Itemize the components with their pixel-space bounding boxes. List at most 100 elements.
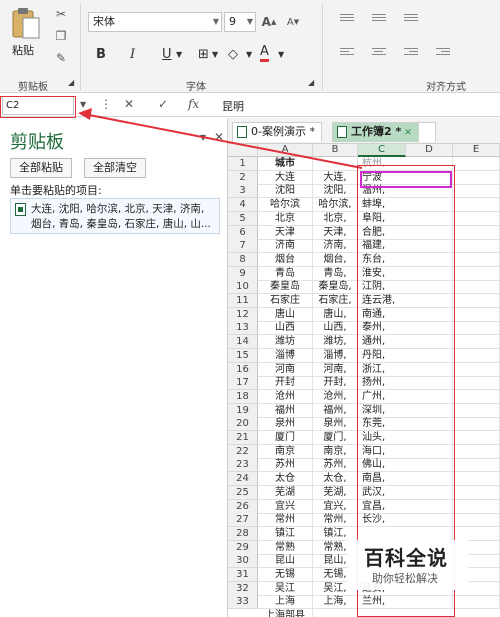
row-header[interactable]: 10 (228, 280, 258, 295)
cell-empty[interactable] (453, 403, 500, 418)
cell-a[interactable]: 无锡 (258, 568, 313, 582)
select-all-corner[interactable] (228, 144, 258, 157)
cell-a[interactable]: 芜湖 (258, 485, 313, 500)
column-header-c[interactable]: C (358, 144, 406, 157)
cell-empty[interactable] (453, 294, 500, 308)
cell-empty[interactable] (453, 362, 500, 377)
enter-icon[interactable]: ✓ (158, 97, 168, 111)
cell-b[interactable]: 福州, (313, 403, 358, 418)
row-header[interactable]: 7 (228, 239, 258, 254)
chevron-down-icon[interactable]: ▼ (246, 44, 252, 64)
cell-empty[interactable] (453, 485, 500, 500)
cell-b[interactable]: 山西, (313, 321, 358, 336)
cell-b[interactable]: 济南, (313, 239, 358, 254)
indent-icon[interactable] (436, 48, 450, 60)
grow-font-icon[interactable]: A ▲ (260, 14, 278, 30)
new-tab-button[interactable] (418, 122, 436, 142)
cell-empty[interactable] (453, 335, 500, 350)
cell-a[interactable]: 天津 (258, 225, 313, 240)
cell-a[interactable]: 济南 (258, 239, 313, 254)
paste-icon[interactable] (10, 6, 42, 40)
clear-all-button[interactable]: 全部清空 (84, 158, 146, 178)
row-header[interactable]: 22 (228, 444, 258, 459)
cell-b[interactable]: 南京, (313, 444, 358, 459)
cell-a[interactable]: 沧州 (258, 389, 313, 404)
align-bottom-icon[interactable] (404, 14, 418, 26)
row-header[interactable]: 14 (228, 335, 258, 350)
row-header[interactable]: 13 (228, 321, 258, 336)
cell-a[interactable]: 厦门 (258, 431, 313, 445)
row-header[interactable]: 20 (228, 417, 258, 432)
border-icon[interactable]: ⊞ (198, 44, 209, 64)
cell-b[interactable]: 唐山, (313, 307, 358, 322)
cell-b[interactable]: 烟台, (313, 252, 358, 267)
cell-empty[interactable] (453, 417, 500, 432)
cell-empty[interactable] (453, 198, 500, 213)
cell-a[interactable]: 北京 (258, 211, 313, 226)
row-header[interactable]: 1 (228, 157, 258, 171)
row-header[interactable]: 30 (228, 554, 258, 569)
cell-a[interactable]: 大连 (258, 170, 313, 185)
cell-b[interactable]: 石家庄, (313, 294, 358, 308)
cell-b[interactable]: 哈尔滨, (313, 198, 358, 213)
cell-empty[interactable] (453, 526, 500, 541)
row-header[interactable]: 26 (228, 499, 258, 514)
cell-a[interactable]: 上海 (258, 595, 313, 610)
row-header[interactable]: 24 (228, 472, 258, 487)
cell-b[interactable]: 北京, (313, 211, 358, 226)
cell-b[interactable]: 芜湖, (313, 485, 358, 500)
row-header[interactable]: 5 (228, 211, 258, 226)
row-header[interactable]: 8 (228, 252, 258, 267)
align-right-icon[interactable] (404, 48, 418, 60)
row-header[interactable]: 19 (228, 403, 258, 418)
format-painter-icon[interactable]: ✎ (52, 50, 70, 66)
fill-color-icon[interactable]: ◇ (228, 44, 238, 64)
cell-empty[interactable] (453, 266, 500, 281)
cell-a[interactable]: 烟台 (258, 252, 313, 267)
align-left-icon[interactable] (340, 48, 354, 60)
cell-a[interactable]: 镇江 (258, 526, 313, 541)
row-header[interactable]: 11 (228, 294, 258, 308)
cell-b[interactable]: 厦门, (313, 431, 358, 445)
font-size-select[interactable]: 9 ▼ (224, 12, 256, 32)
cell-empty[interactable] (453, 307, 500, 322)
cell-a[interactable]: 潍坊 (258, 335, 313, 350)
chevron-down-icon[interactable]: ▼ (176, 44, 182, 64)
bold-button[interactable]: B (96, 44, 106, 64)
copy-icon[interactable]: ❐ (52, 28, 70, 44)
cell-b[interactable]: 天津, (313, 225, 358, 240)
cell-b[interactable]: 上海, (313, 595, 358, 610)
close-icon[interactable]: ✕ (404, 128, 412, 138)
row-header[interactable]: 18 (228, 389, 258, 404)
clipboard-launcher-icon[interactable]: ◢ (68, 78, 74, 87)
cell-b[interactable]: 太仓, (313, 472, 358, 487)
cell-empty[interactable] (453, 458, 500, 473)
cell-b[interactable]: 宜兴, (313, 499, 358, 514)
cell-a[interactable]: 太仓 (258, 472, 313, 487)
cell-b[interactable]: 潍坊, (313, 335, 358, 350)
cell-a[interactable]: 苏州 (258, 458, 313, 473)
row-header[interactable]: 16 (228, 362, 258, 377)
row-header[interactable]: 17 (228, 376, 258, 391)
cell-a[interactable]: 泉州 (258, 417, 313, 432)
row-header[interactable]: 21 (228, 431, 258, 445)
cell-empty[interactable] (453, 376, 500, 391)
cell-empty[interactable] (453, 157, 500, 171)
cell-empty[interactable] (453, 252, 500, 267)
cell-a[interactable]: 山西 (258, 321, 313, 336)
cell-b[interactable] (313, 157, 358, 171)
row-header[interactable]: 15 (228, 348, 258, 363)
tab-workbook2[interactable]: 工作簿2 * ✕ (332, 122, 419, 142)
cell-a[interactable]: 淄博 (258, 348, 313, 363)
cell-empty[interactable] (453, 595, 500, 610)
cell-a[interactable]: 石家庄 (258, 294, 313, 308)
cell-b[interactable]: 常州, (313, 513, 358, 528)
cell-a[interactable]: 吴江 (258, 581, 313, 596)
font-color-button[interactable]: A (260, 44, 269, 62)
italic-button[interactable]: I (130, 44, 135, 64)
column-header-e[interactable]: E (453, 144, 500, 157)
column-header-d[interactable]: D (406, 144, 453, 157)
row-header[interactable]: 25 (228, 485, 258, 500)
paste-button-label[interactable]: 粘贴 (12, 42, 34, 58)
cell-b[interactable]: 镇江, (313, 526, 358, 541)
